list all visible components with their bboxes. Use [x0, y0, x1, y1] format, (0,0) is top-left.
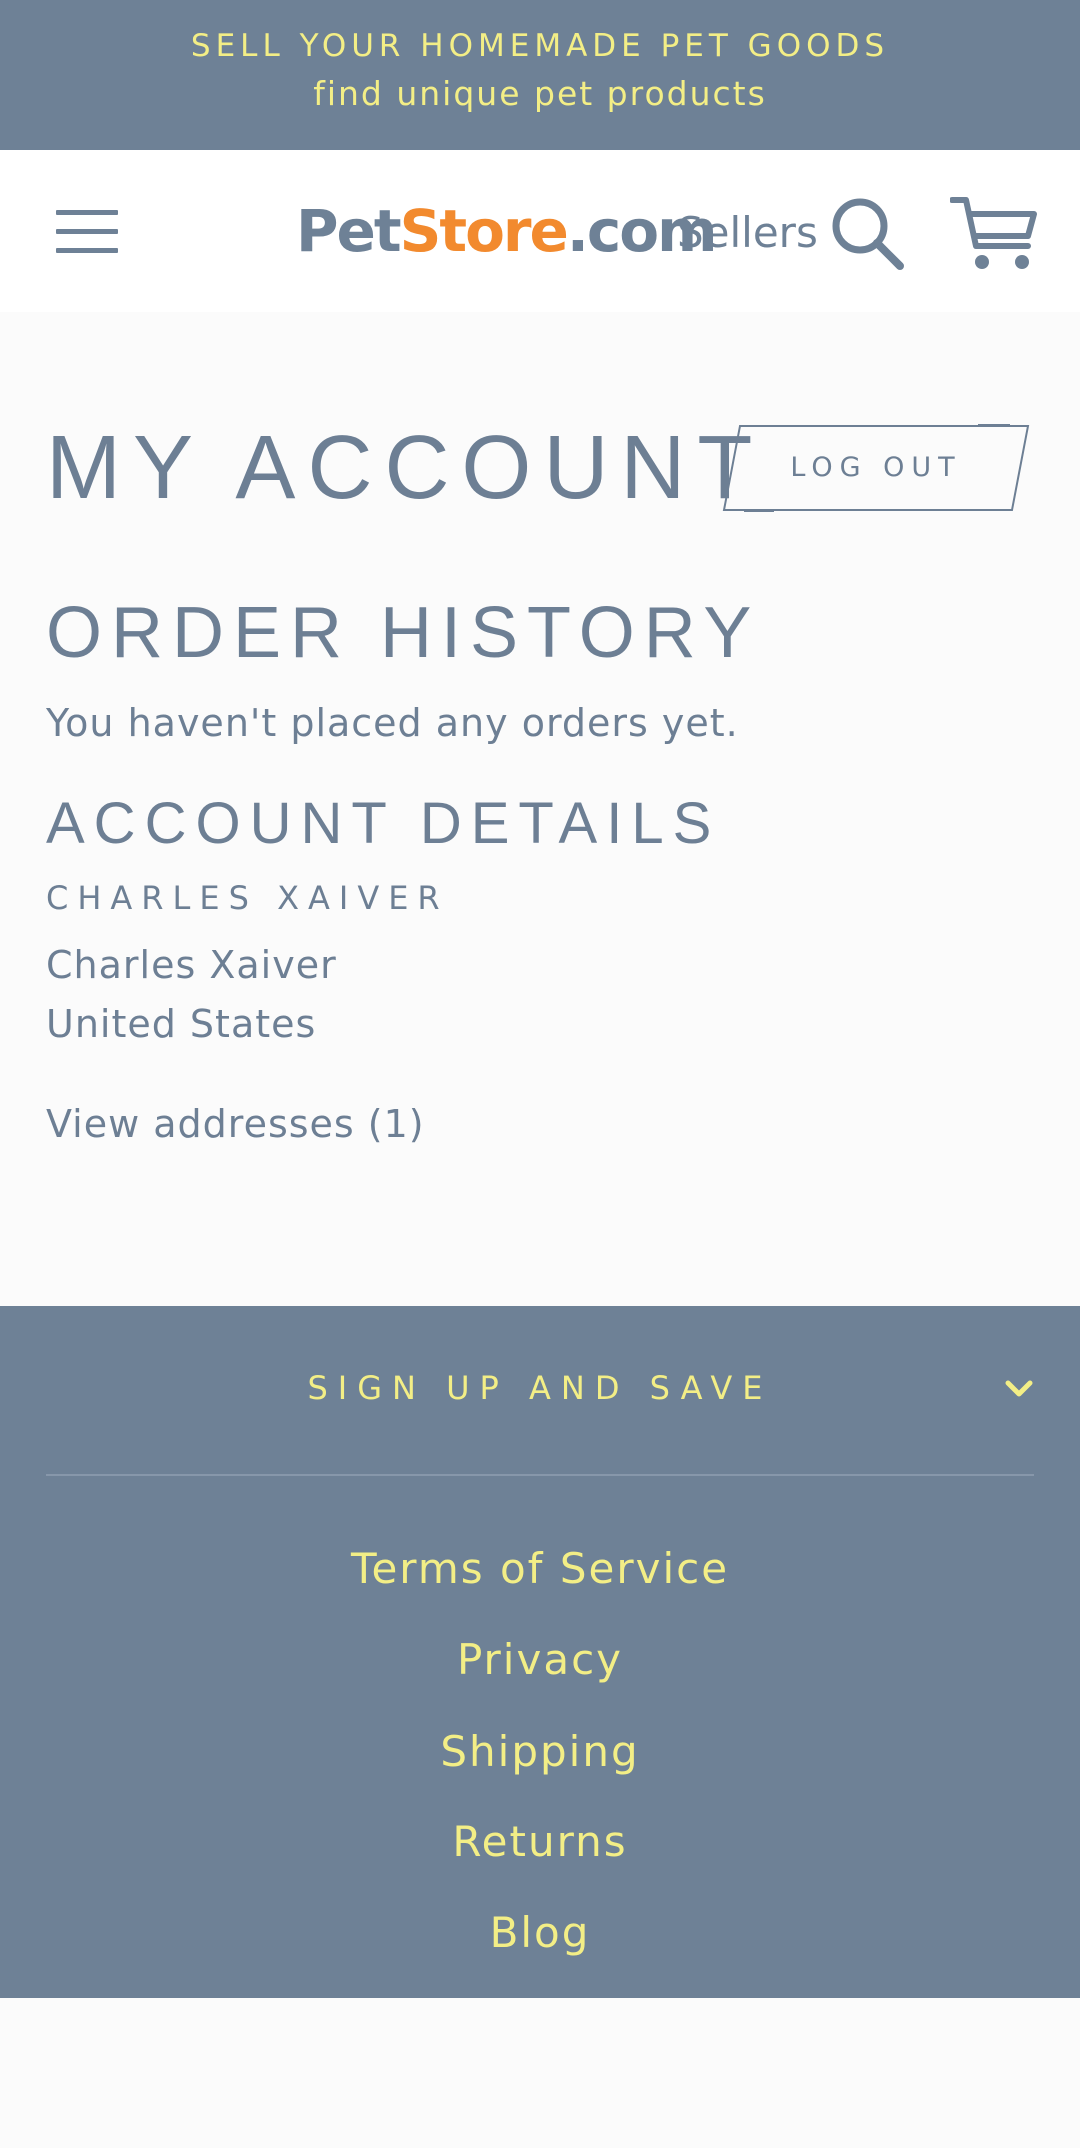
account-details-title: ACCOUNT DETAILS — [46, 791, 721, 856]
footer-divider — [46, 1474, 1034, 1476]
customer-name-heading: CHARLES XAIVER — [46, 879, 449, 917]
chevron-down-icon — [1005, 1380, 1033, 1397]
logout-button[interactable]: LOG OUT — [722, 424, 1030, 512]
logo-part-pet: Pet — [296, 197, 402, 265]
logout-label: LOG OUT — [790, 452, 962, 483]
search-icon[interactable] — [830, 196, 906, 272]
announcement-line-1: SELL YOUR HOMEMADE PET GOODS — [190, 28, 890, 64]
site-logo[interactable]: PetStore.com — [296, 196, 718, 266]
site-header: PetStore.com Sellers — [0, 150, 1080, 312]
site-footer: SIGN UP AND SAVE Terms of Service Privac… — [0, 1306, 1080, 1998]
logo-part-store: Store — [399, 197, 569, 265]
announcement-line-2: find unique pet products — [313, 74, 767, 113]
cart-icon[interactable] — [949, 194, 1040, 274]
footer-link-shipping[interactable]: Shipping — [0, 1725, 1080, 1779]
announcement-bar: SELL YOUR HOMEMADE PET GOODS find unique… — [0, 0, 1080, 150]
signup-label: SIGN UP AND SAVE — [307, 1369, 773, 1407]
address-name: Charles Xaiver — [46, 943, 337, 987]
hamburger-menu-icon[interactable] — [52, 206, 122, 256]
order-history-title: ORDER HISTORY — [46, 593, 761, 673]
view-addresses-link[interactable]: View addresses (1) — [46, 1099, 425, 1149]
footer-link-blog[interactable]: Blog — [0, 1906, 1080, 1960]
signup-toggle[interactable]: SIGN UP AND SAVE — [46, 1306, 1034, 1474]
footer-link-terms[interactable]: Terms of Service — [0, 1542, 1080, 1596]
empty-orders-message: You haven't placed any orders yet. — [46, 701, 739, 745]
footer-link-returns[interactable]: Returns — [0, 1815, 1080, 1869]
footer-link-privacy[interactable]: Privacy — [0, 1633, 1080, 1687]
sellers-link[interactable]: Sellers — [677, 208, 818, 258]
page-title: MY ACCOUNT — [46, 418, 765, 518]
address-country: United States — [46, 1002, 317, 1046]
